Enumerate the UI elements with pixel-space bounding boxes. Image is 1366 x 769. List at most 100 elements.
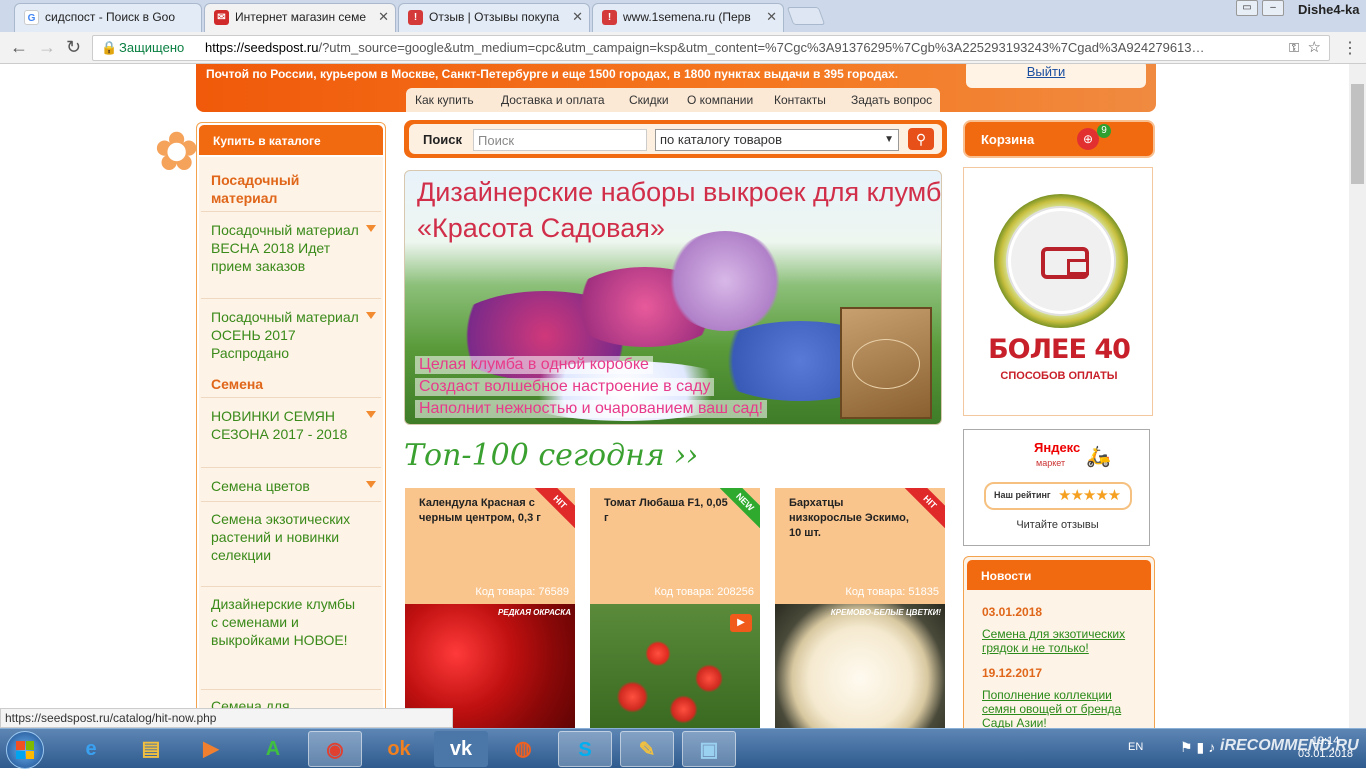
- promo-banner[interactable]: Дизайнерские наборы выкроек для клумб «К…: [404, 170, 942, 425]
- skype-icon[interactable]: S: [558, 731, 612, 767]
- close-tab-icon[interactable]: ✕: [572, 4, 583, 30]
- news-link[interactable]: Семена для экзотических грядок и не толь…: [982, 627, 1142, 655]
- system-tray-icons[interactable]: ⚑▮♪: [1180, 739, 1219, 756]
- sidebar-menu: Посадочный материал Посадочный материал …: [199, 157, 383, 728]
- video-play-icon[interactable]: ▶: [730, 614, 752, 632]
- start-button[interactable]: [6, 731, 44, 769]
- close-tab-icon[interactable]: ✕: [766, 4, 777, 30]
- user-icon[interactable]: ▭: [1236, 0, 1258, 16]
- sidebar-item-spring[interactable]: Посадочный материал ВЕСНА 2018 Идет прие…: [211, 221, 361, 275]
- key-icon[interactable]: ⚿: [1289, 36, 1299, 60]
- search-button[interactable]: ⚲: [908, 128, 934, 150]
- dropdown-arrow-icon: ▼: [884, 134, 894, 145]
- news-date: 19.12.2017: [982, 666, 1043, 680]
- language-indicator[interactable]: EN: [1128, 741, 1143, 753]
- firefox-icon[interactable]: ◍: [496, 731, 550, 767]
- profile-name[interactable]: Dishe4-ka: [1298, 2, 1359, 17]
- sidebar-section-planting[interactable]: Посадочный материал: [211, 171, 361, 207]
- product-card[interactable]: Томат Любаша F1, 0,05 г NEW Код товара: …: [590, 488, 760, 728]
- basket-icon[interactable]: ⊕: [1077, 128, 1099, 150]
- sidebar-header: Купить в каталоге: [199, 125, 383, 155]
- chrome-icon[interactable]: ◉: [308, 731, 362, 767]
- product-title[interactable]: Календула Красная с черным центром, 0,3 …: [419, 496, 549, 526]
- top100-heading[interactable]: Топ-100 сегодня ››: [404, 438, 698, 473]
- secure-label: Защищено: [119, 40, 185, 55]
- wallet-icon: [1041, 247, 1089, 279]
- forward-arrow-icon[interactable]: →: [38, 37, 56, 57]
- minimize-icon[interactable]: –: [1262, 0, 1284, 16]
- payment-count-text: БОЛЕЕ 40: [988, 334, 1131, 365]
- rating-stars-icon: ★★★★★: [1058, 487, 1121, 504]
- divider: [201, 501, 381, 502]
- search-input[interactable]: [473, 129, 647, 151]
- sidebar-item-designer-beds[interactable]: Дизайнерские клумбы с семенами и выкройк…: [211, 595, 361, 649]
- bookmark-star-icon[interactable]: ☆: [1308, 36, 1321, 60]
- internet-explorer-icon[interactable]: e: [64, 731, 118, 767]
- nav-delivery[interactable]: Доставка и оплата: [501, 93, 605, 107]
- media-player-icon[interactable]: ▶: [184, 731, 238, 767]
- news-widget: Новости 03.01.2018 Семена для экзотическ…: [963, 556, 1155, 728]
- nav-contacts[interactable]: Контакты: [774, 93, 826, 107]
- account-box: Выйти: [966, 64, 1146, 88]
- banner-tagline: Целая клумба в одной коробке: [415, 356, 653, 374]
- banner-title: Дизайнерские наборы выкроек для клумб: [417, 177, 942, 207]
- delivery-text: Почтой по России, курьером в Москве, Сан…: [206, 67, 899, 81]
- back-arrow-icon[interactable]: ←: [10, 37, 28, 57]
- chevron-down-icon[interactable]: [366, 225, 376, 232]
- search-scope-select[interactable]: по каталогу товаров ▼: [655, 129, 899, 151]
- new-tab-button[interactable]: [786, 7, 826, 25]
- nav-how-to-buy[interactable]: Как купить: [415, 93, 474, 107]
- product-title[interactable]: Бархатцы низкорослые Эскимо, 10 шт.: [789, 496, 919, 541]
- scrollbar-thumb[interactable]: [1351, 84, 1364, 184]
- sidebar-item-autumn[interactable]: Посадочный материал ОСЕНЬ 2017 Распродан…: [211, 308, 361, 362]
- chevron-down-icon[interactable]: [366, 312, 376, 319]
- sidebar-item-new-seeds[interactable]: НОВИНКИ СЕМЯН СЕЗОНА 2017 - 2018: [211, 407, 361, 443]
- payment-methods-banner[interactable]: БОЛЕЕ 40 СПОСОБОВ ОПЛАТЫ: [963, 167, 1153, 416]
- reload-icon[interactable]: ↻: [66, 37, 81, 57]
- product-title[interactable]: Томат Любаша F1, 0,05 г: [604, 496, 734, 526]
- vk-icon[interactable]: vk: [434, 731, 488, 767]
- nav-ask-question[interactable]: Задать вопрос: [851, 93, 932, 107]
- sidebar-section-seeds[interactable]: Семена: [211, 375, 263, 393]
- image-viewer-icon[interactable]: ▣: [682, 731, 736, 767]
- logout-link[interactable]: Выйти: [1027, 64, 1066, 79]
- cart-label[interactable]: Корзина: [981, 132, 1034, 147]
- nav-discounts[interactable]: Скидки: [629, 93, 669, 107]
- read-reviews-link[interactable]: Читайте отзывы: [964, 519, 1151, 531]
- browser-menu-icon[interactable]: ⋮: [1342, 38, 1358, 58]
- yandex-market-badge[interactable]: Яндекс маркет 🛵 Наш рейтинг ★★★★★ Читайт…: [963, 429, 1150, 546]
- close-tab-icon[interactable]: ✕: [378, 4, 389, 30]
- url-text[interactable]: https://seedspost.ru/?utm_source=google&…: [205, 36, 1275, 60]
- watermark: iRECOMMEND.RU: [1220, 737, 1359, 754]
- tab-1semena[interactable]: ! www.1semena.ru (Перв ✕: [592, 3, 784, 32]
- app-a-icon[interactable]: A: [246, 731, 300, 767]
- sidebar-item-flower-seeds[interactable]: Семена цветов: [211, 477, 361, 495]
- chevron-down-icon[interactable]: [366, 411, 376, 418]
- paint-icon[interactable]: ✎: [620, 731, 674, 767]
- sidebar-item-exotic[interactable]: Семена экзотических растений и новинки с…: [211, 510, 361, 564]
- product-image[interactable]: ▶: [590, 604, 760, 728]
- browser-toolbar: ← → ↻ 🔒 Защищено https://seedspost.ru/?u…: [0, 32, 1366, 64]
- gift-box-image: [840, 307, 932, 419]
- tab-otzyv[interactable]: ! Отзыв | Отзывы покупа ✕: [398, 3, 590, 32]
- top-nav-menu: Как купить Доставка и оплата Скидки О ко…: [406, 88, 940, 112]
- product-card[interactable]: Календула Красная с черным центром, 0,3 …: [405, 488, 575, 728]
- product-card[interactable]: Бархатцы низкорослые Эскимо, 10 шт. HIT …: [775, 488, 945, 728]
- file-explorer-icon[interactable]: ▤: [124, 731, 178, 767]
- address-bar[interactable]: 🔒 Защищено https://seedspost.ru/?utm_sou…: [92, 35, 1330, 61]
- banner-tagline: Наполнит нежностью и очарованием ваш сад…: [415, 400, 768, 418]
- odnoklassniki-icon[interactable]: ok: [372, 731, 426, 767]
- news-link[interactable]: Пополнение коллекции семян овощей от бре…: [982, 688, 1142, 728]
- product-image[interactable]: КРЕМОВО-БЕЛЫЕ ЦВЕТКИ!: [775, 604, 945, 728]
- cart-widget[interactable]: Корзина ⊕ 9: [963, 120, 1155, 158]
- payment-ring: [994, 194, 1128, 328]
- chevron-down-icon[interactable]: [366, 481, 376, 488]
- nav-about[interactable]: О компании: [687, 93, 753, 107]
- tab-seedspost[interactable]: ✉ Интернет магазин семе ✕: [204, 3, 396, 32]
- yandex-title: Яндекс: [1034, 440, 1081, 455]
- divider: [201, 397, 381, 398]
- rating-label: Наш рейтинг: [994, 490, 1051, 500]
- image-caption: КРЕМОВО-БЕЛЫЕ ЦВЕТКИ!: [830, 608, 941, 617]
- tab-google-search[interactable]: G сидспост - Поиск в Goo: [14, 3, 202, 32]
- page-scrollbar[interactable]: [1349, 64, 1366, 728]
